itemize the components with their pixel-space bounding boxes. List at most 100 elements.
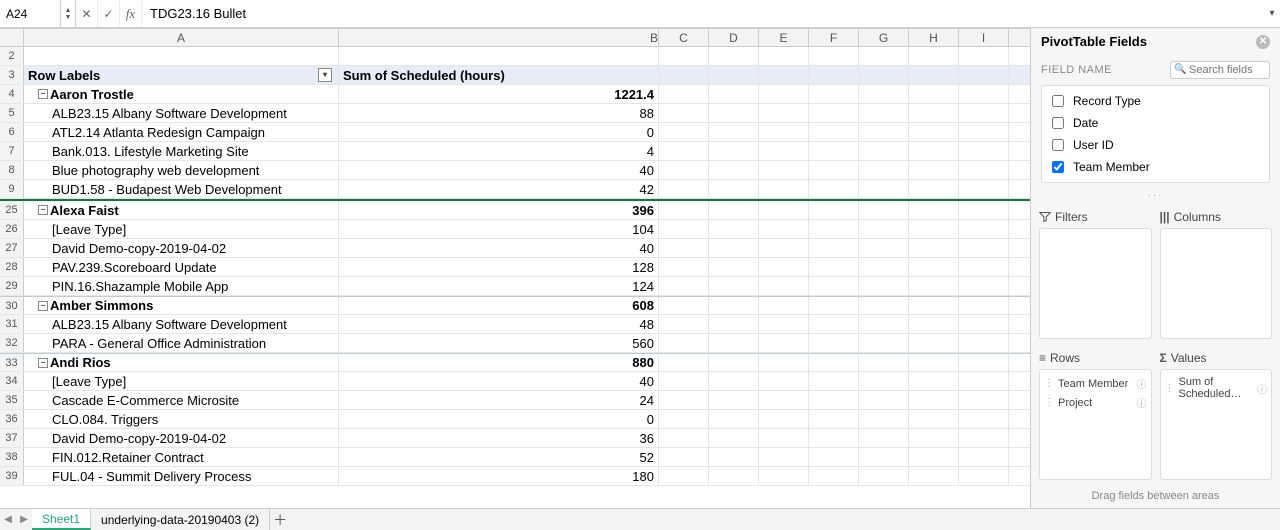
cell[interactable] — [659, 239, 709, 257]
cell[interactable]: 40 — [339, 239, 659, 257]
columns-drop-area[interactable] — [1160, 228, 1273, 339]
cell[interactable] — [659, 180, 709, 198]
cell[interactable] — [809, 372, 859, 390]
cell[interactable] — [809, 391, 859, 409]
cell[interactable] — [809, 142, 859, 160]
cell[interactable]: FUL.04 - Summit Delivery Process — [24, 467, 339, 485]
cell[interactable] — [909, 448, 959, 466]
row-header[interactable]: 2 — [0, 47, 24, 65]
cell[interactable] — [709, 467, 759, 485]
cell[interactable] — [809, 220, 859, 238]
cell[interactable] — [859, 85, 909, 103]
row-header[interactable]: 4 — [0, 85, 24, 103]
cell[interactable]: 48 — [339, 315, 659, 333]
panel-resize-handle[interactable]: ··· — [1031, 189, 1280, 202]
cell[interactable] — [909, 239, 959, 257]
cell[interactable] — [709, 161, 759, 179]
filters-drop-area[interactable] — [1039, 228, 1152, 339]
cell[interactable] — [709, 448, 759, 466]
row-labels-filter-button[interactable]: ▾ — [318, 68, 332, 82]
column-header[interactable]: B — [339, 29, 659, 46]
cell[interactable] — [759, 429, 809, 447]
cell[interactable] — [959, 161, 1009, 179]
cell[interactable] — [809, 104, 859, 122]
cell[interactable]: 52 — [339, 448, 659, 466]
cell[interactable] — [959, 123, 1009, 141]
name-box-spinner[interactable]: ▲ ▼ — [60, 0, 76, 27]
cell[interactable] — [709, 354, 759, 371]
cell[interactable] — [859, 220, 909, 238]
cell[interactable] — [859, 142, 909, 160]
cell[interactable]: Sum of Scheduled (hours) — [339, 66, 659, 84]
cell[interactable] — [809, 277, 859, 295]
cell[interactable] — [709, 220, 759, 238]
row-header[interactable]: 30 — [0, 297, 24, 314]
cell[interactable] — [859, 354, 909, 371]
select-all-corner[interactable] — [0, 29, 24, 46]
formula-expand-button[interactable]: ▾ — [1264, 8, 1280, 19]
row-header[interactable]: 29 — [0, 277, 24, 295]
cell[interactable] — [809, 239, 859, 257]
cell[interactable] — [909, 354, 959, 371]
cell[interactable] — [909, 277, 959, 295]
cell[interactable] — [859, 66, 909, 84]
cell[interactable] — [659, 354, 709, 371]
cell[interactable] — [809, 354, 859, 371]
row-header[interactable]: 37 — [0, 429, 24, 447]
cell[interactable]: 4 — [339, 142, 659, 160]
cell[interactable]: 180 — [339, 467, 659, 485]
cell[interactable] — [659, 201, 709, 219]
info-icon[interactable]: ⓘ — [1257, 381, 1267, 396]
row-header[interactable]: 33 — [0, 354, 24, 371]
cell[interactable] — [959, 220, 1009, 238]
cell[interactable] — [759, 142, 809, 160]
cell[interactable]: 0 — [339, 410, 659, 428]
cell[interactable] — [909, 297, 959, 314]
cell[interactable]: 560 — [339, 334, 659, 352]
column-header[interactable]: C — [659, 29, 709, 46]
cell[interactable] — [859, 201, 909, 219]
cell[interactable] — [659, 315, 709, 333]
cell[interactable] — [859, 123, 909, 141]
cell[interactable] — [709, 239, 759, 257]
add-sheet-button[interactable]: ＋ — [270, 510, 290, 530]
cell[interactable]: Row Labels▾ — [24, 66, 339, 84]
cell[interactable] — [909, 429, 959, 447]
cell[interactable] — [859, 161, 909, 179]
row-header[interactable]: 34 — [0, 372, 24, 390]
cell[interactable] — [709, 391, 759, 409]
cell[interactable] — [759, 239, 809, 257]
cell[interactable] — [659, 47, 709, 65]
cell[interactable] — [859, 429, 909, 447]
field-item[interactable]: Record Type — [1048, 90, 1263, 112]
cell[interactable] — [809, 410, 859, 428]
cell[interactable] — [859, 315, 909, 333]
cell[interactable]: PARA - General Office Administration — [24, 334, 339, 352]
cell[interactable] — [709, 66, 759, 84]
column-header[interactable]: F — [809, 29, 859, 46]
row-header[interactable]: 9 — [0, 180, 24, 198]
row-header[interactable]: 3 — [0, 66, 24, 84]
cell[interactable] — [859, 372, 909, 390]
info-icon[interactable]: ⓘ — [1137, 395, 1147, 410]
cell[interactable]: − Aaron Trostle — [24, 85, 339, 103]
cell[interactable]: FIN.012.Retainer Contract — [24, 448, 339, 466]
cell[interactable] — [759, 85, 809, 103]
cell[interactable] — [659, 85, 709, 103]
cell[interactable] — [809, 448, 859, 466]
cell[interactable] — [909, 161, 959, 179]
cell[interactable] — [959, 47, 1009, 65]
area-pill[interactable]: ⋮Sum of Scheduled…ⓘ — [1165, 374, 1268, 402]
cell[interactable] — [809, 66, 859, 84]
cell[interactable] — [659, 372, 709, 390]
cell[interactable]: [Leave Type] — [24, 220, 339, 238]
cell[interactable] — [959, 315, 1009, 333]
cell[interactable] — [659, 467, 709, 485]
cell[interactable]: 396 — [339, 201, 659, 219]
cell[interactable] — [659, 142, 709, 160]
field-checkbox[interactable] — [1052, 161, 1064, 173]
row-header[interactable]: 36 — [0, 410, 24, 428]
cell[interactable] — [909, 315, 959, 333]
cell[interactable]: David Demo-copy-2019-04-02 — [24, 239, 339, 257]
info-icon[interactable]: ⓘ — [1137, 376, 1147, 391]
